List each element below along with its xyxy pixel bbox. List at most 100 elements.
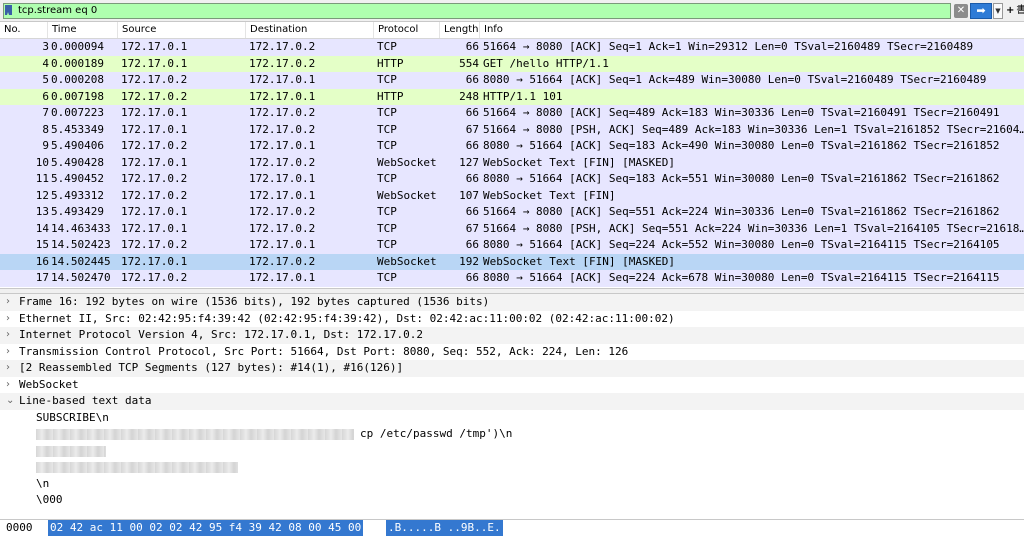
packet-length: 66 [465, 40, 479, 53]
packet-no: 5 [42, 73, 49, 86]
packet-row[interactable]: 9 5.490406 172.17.0.2 172.17.0.1 TCP 66 8080 →… [0, 138, 1024, 155]
clear-filter-icon[interactable]: ✕ [954, 4, 968, 18]
plus-icon: + [1006, 5, 1015, 16]
text-data-line[interactable] [0, 443, 1024, 460]
packet-time: 14.502470 [51, 271, 111, 284]
column-header-info[interactable]: Info [480, 22, 1024, 38]
packet-row[interactable]: 14 14.463433 172.17.0.1 172.17.0.2 TCP 67 5166… [0, 220, 1024, 237]
packet-no: 11 [35, 172, 49, 185]
packet-source: 172.17.0.2 [121, 73, 188, 86]
column-header-destination[interactable]: Destination [246, 22, 374, 38]
packet-info: 8080 → 51664 [ACK] Seq=1 Ack=489 Win=300… [483, 73, 987, 86]
column-header-length[interactable]: Length [440, 22, 480, 38]
packet-time: 0.000189 [51, 56, 104, 70]
packet-info: 8080 → 51664 [ACK] Seq=224 Ack=678 Win=3… [483, 271, 1000, 284]
packet-list-pane[interactable]: No. Time Source Destination Protocol Len… [0, 22, 1024, 288]
packet-info: WebSocket Text [FIN] [MASKED] [483, 254, 676, 268]
packet-no: 10 [35, 155, 49, 169]
packet-bytes-pane[interactable]: 0000 02 42 ac 11 00 02 02 42 95 f4 39 42… [0, 519, 1024, 536]
chevron-right-icon[interactable]: › [6, 327, 10, 344]
bytes-ascii[interactable]: .B.....B ..9B..E. [386, 520, 503, 536]
packet-no: 12 [35, 188, 49, 202]
column-header-protocol[interactable]: Protocol [374, 22, 440, 38]
packet-time: 5.490406 [51, 139, 104, 152]
redacted-region [36, 445, 106, 457]
packet-source: 172.17.0.1 [121, 205, 188, 218]
detail-tree-item-label: Ethernet II, Src: 02:42:95:f4:39:42 (02:… [19, 311, 675, 325]
text-data-line[interactable]: SUBSCRIBE\n [0, 410, 1024, 427]
recent-filters-dropdown[interactable]: ▼ [993, 3, 1003, 19]
packet-row[interactable]: 3 0.000094 172.17.0.1 172.17.0.2 TCP 66 51664 … [0, 39, 1024, 56]
packet-row[interactable]: 5 0.000208 172.17.0.2 172.17.0.1 TCP 66 8080 →… [0, 72, 1024, 89]
packet-row[interactable]: 12 5.493312 172.17.0.2 172.17.0.1 WebSocket 1… [0, 187, 1024, 204]
chevron-right-icon[interactable]: › [6, 294, 10, 311]
column-header-no[interactable]: No. [0, 22, 48, 38]
packet-protocol: HTTP [377, 89, 404, 103]
packet-row[interactable]: 11 5.490452 172.17.0.2 172.17.0.1 TCP 66 8080 … [0, 171, 1024, 188]
detail-tree-item[interactable]: › Frame 16: 192 bytes on wire (1536 bits)… [0, 294, 1024, 311]
bytes-hex[interactable]: 02 42 ac 11 00 02 02 42 95 f4 39 42 08 0… [48, 520, 364, 536]
packet-no: 14 [35, 221, 49, 235]
packet-time: 0.000094 [51, 40, 104, 53]
packet-length: 66 [465, 172, 479, 185]
packet-source: 172.17.0.1 [121, 56, 188, 70]
packet-row[interactable]: 16 14.502445 172.17.0.1 172.17.0.2 WebSocket… [0, 253, 1024, 270]
chevron-right-icon[interactable]: › [6, 311, 10, 328]
display-filter-input[interactable]: tcp.stream eq 0 [3, 3, 951, 19]
detail-tree-item[interactable]: ⌄ Line-based text data [0, 393, 1024, 410]
detail-tree-item[interactable]: › Internet Protocol Version 4, Src: 172.1… [0, 327, 1024, 344]
packet-row[interactable]: 13 5.493429 172.17.0.1 172.17.0.2 TCP 66 51664… [0, 204, 1024, 221]
text-data-line-text: SUBSCRIBE\n [36, 410, 109, 424]
packet-info: 51664 → 8080 [ACK] Seq=551 Ack=224 Win=3… [483, 205, 1000, 218]
text-data-line[interactable]: cp /etc/passwd /tmp')\n [0, 426, 1024, 443]
text-data-line[interactable]: \n [0, 476, 1024, 493]
packet-time: 5.490428 [51, 155, 104, 169]
detail-tree-item[interactable]: › Transmission Control Protocol, Src Port… [0, 344, 1024, 361]
packet-destination: 172.17.0.1 [249, 188, 316, 202]
packet-time: 0.007223 [51, 106, 104, 119]
chevron-down-icon[interactable]: ⌄ [6, 393, 14, 410]
packet-row[interactable]: 15 14.502423 172.17.0.2 172.17.0.1 TCP 66 8080… [0, 237, 1024, 254]
packet-source: 172.17.0.1 [121, 122, 188, 136]
packet-protocol: TCP [377, 139, 397, 152]
packet-info: 8080 → 51664 [ACK] Seq=183 Ack=490 Win=3… [483, 139, 1000, 152]
packet-length: 67 [465, 221, 479, 235]
packet-source: 172.17.0.1 [121, 254, 188, 268]
packet-row[interactable]: 10 5.490428 172.17.0.1 172.17.0.2 WebSocket 1… [0, 154, 1024, 171]
packet-destination: 172.17.0.1 [249, 89, 316, 103]
apply-filter-button[interactable]: ➡ [970, 3, 992, 19]
packet-length: 66 [465, 205, 479, 218]
column-header-source[interactable]: Source [118, 22, 246, 38]
packet-row[interactable]: 8 5.453349 172.17.0.1 172.17.0.2 TCP 67 51664 … [0, 121, 1024, 138]
filter-expression-label: 書式 [1016, 5, 1024, 16]
packet-row[interactable]: 7 0.007223 172.17.0.1 172.17.0.2 TCP 66 51664 … [0, 105, 1024, 122]
filter-expression-button[interactable]: +書式 [1006, 3, 1024, 19]
packet-list-header: No. Time Source Destination Protocol Len… [0, 22, 1024, 39]
packet-row[interactable]: 17 14.502470 172.17.0.2 172.17.0.1 TCP 66 8080… [0, 270, 1024, 287]
packet-row[interactable]: 4 0.000189 172.17.0.1 172.17.0.2 HTTP 554 GET … [0, 55, 1024, 72]
packet-protocol: TCP [377, 122, 397, 136]
detail-tree-item[interactable]: › [2 Reassembled TCP Segments (127 bytes)… [0, 360, 1024, 377]
detail-tree-item[interactable]: › Ethernet II, Src: 02:42:95:f4:39:42 (02… [0, 311, 1024, 328]
bookmark-icon[interactable] [5, 5, 12, 15]
packet-time: 14.463433 [51, 221, 111, 235]
packet-protocol: TCP [377, 106, 397, 119]
chevron-right-icon[interactable]: › [6, 377, 10, 394]
packet-length: 66 [465, 73, 479, 86]
packet-row[interactable]: 6 0.007198 172.17.0.2 172.17.0.1 HTTP 248 HTTP… [0, 88, 1024, 105]
detail-tree-item[interactable]: › WebSocket [0, 377, 1024, 394]
packet-destination: 172.17.0.2 [249, 56, 316, 70]
packet-destination: 172.17.0.1 [249, 238, 316, 251]
packet-info: 8080 → 51664 [ACK] Seq=183 Ack=551 Win=3… [483, 172, 1000, 185]
text-data-line[interactable] [0, 459, 1024, 476]
text-data-line[interactable]: \000 [0, 492, 1024, 509]
chevron-right-icon[interactable]: › [6, 360, 10, 377]
packet-source: 172.17.0.2 [121, 172, 188, 185]
packet-protocol: WebSocket [377, 188, 437, 202]
packet-destination: 172.17.0.2 [249, 106, 316, 119]
packet-details-pane[interactable]: › Frame 16: 192 bytes on wire (1536 bits)… [0, 294, 1024, 516]
packet-no: 17 [35, 271, 49, 284]
column-header-time[interactable]: Time [48, 22, 118, 38]
packet-no: 16 [35, 254, 49, 268]
chevron-right-icon[interactable]: › [6, 344, 10, 361]
